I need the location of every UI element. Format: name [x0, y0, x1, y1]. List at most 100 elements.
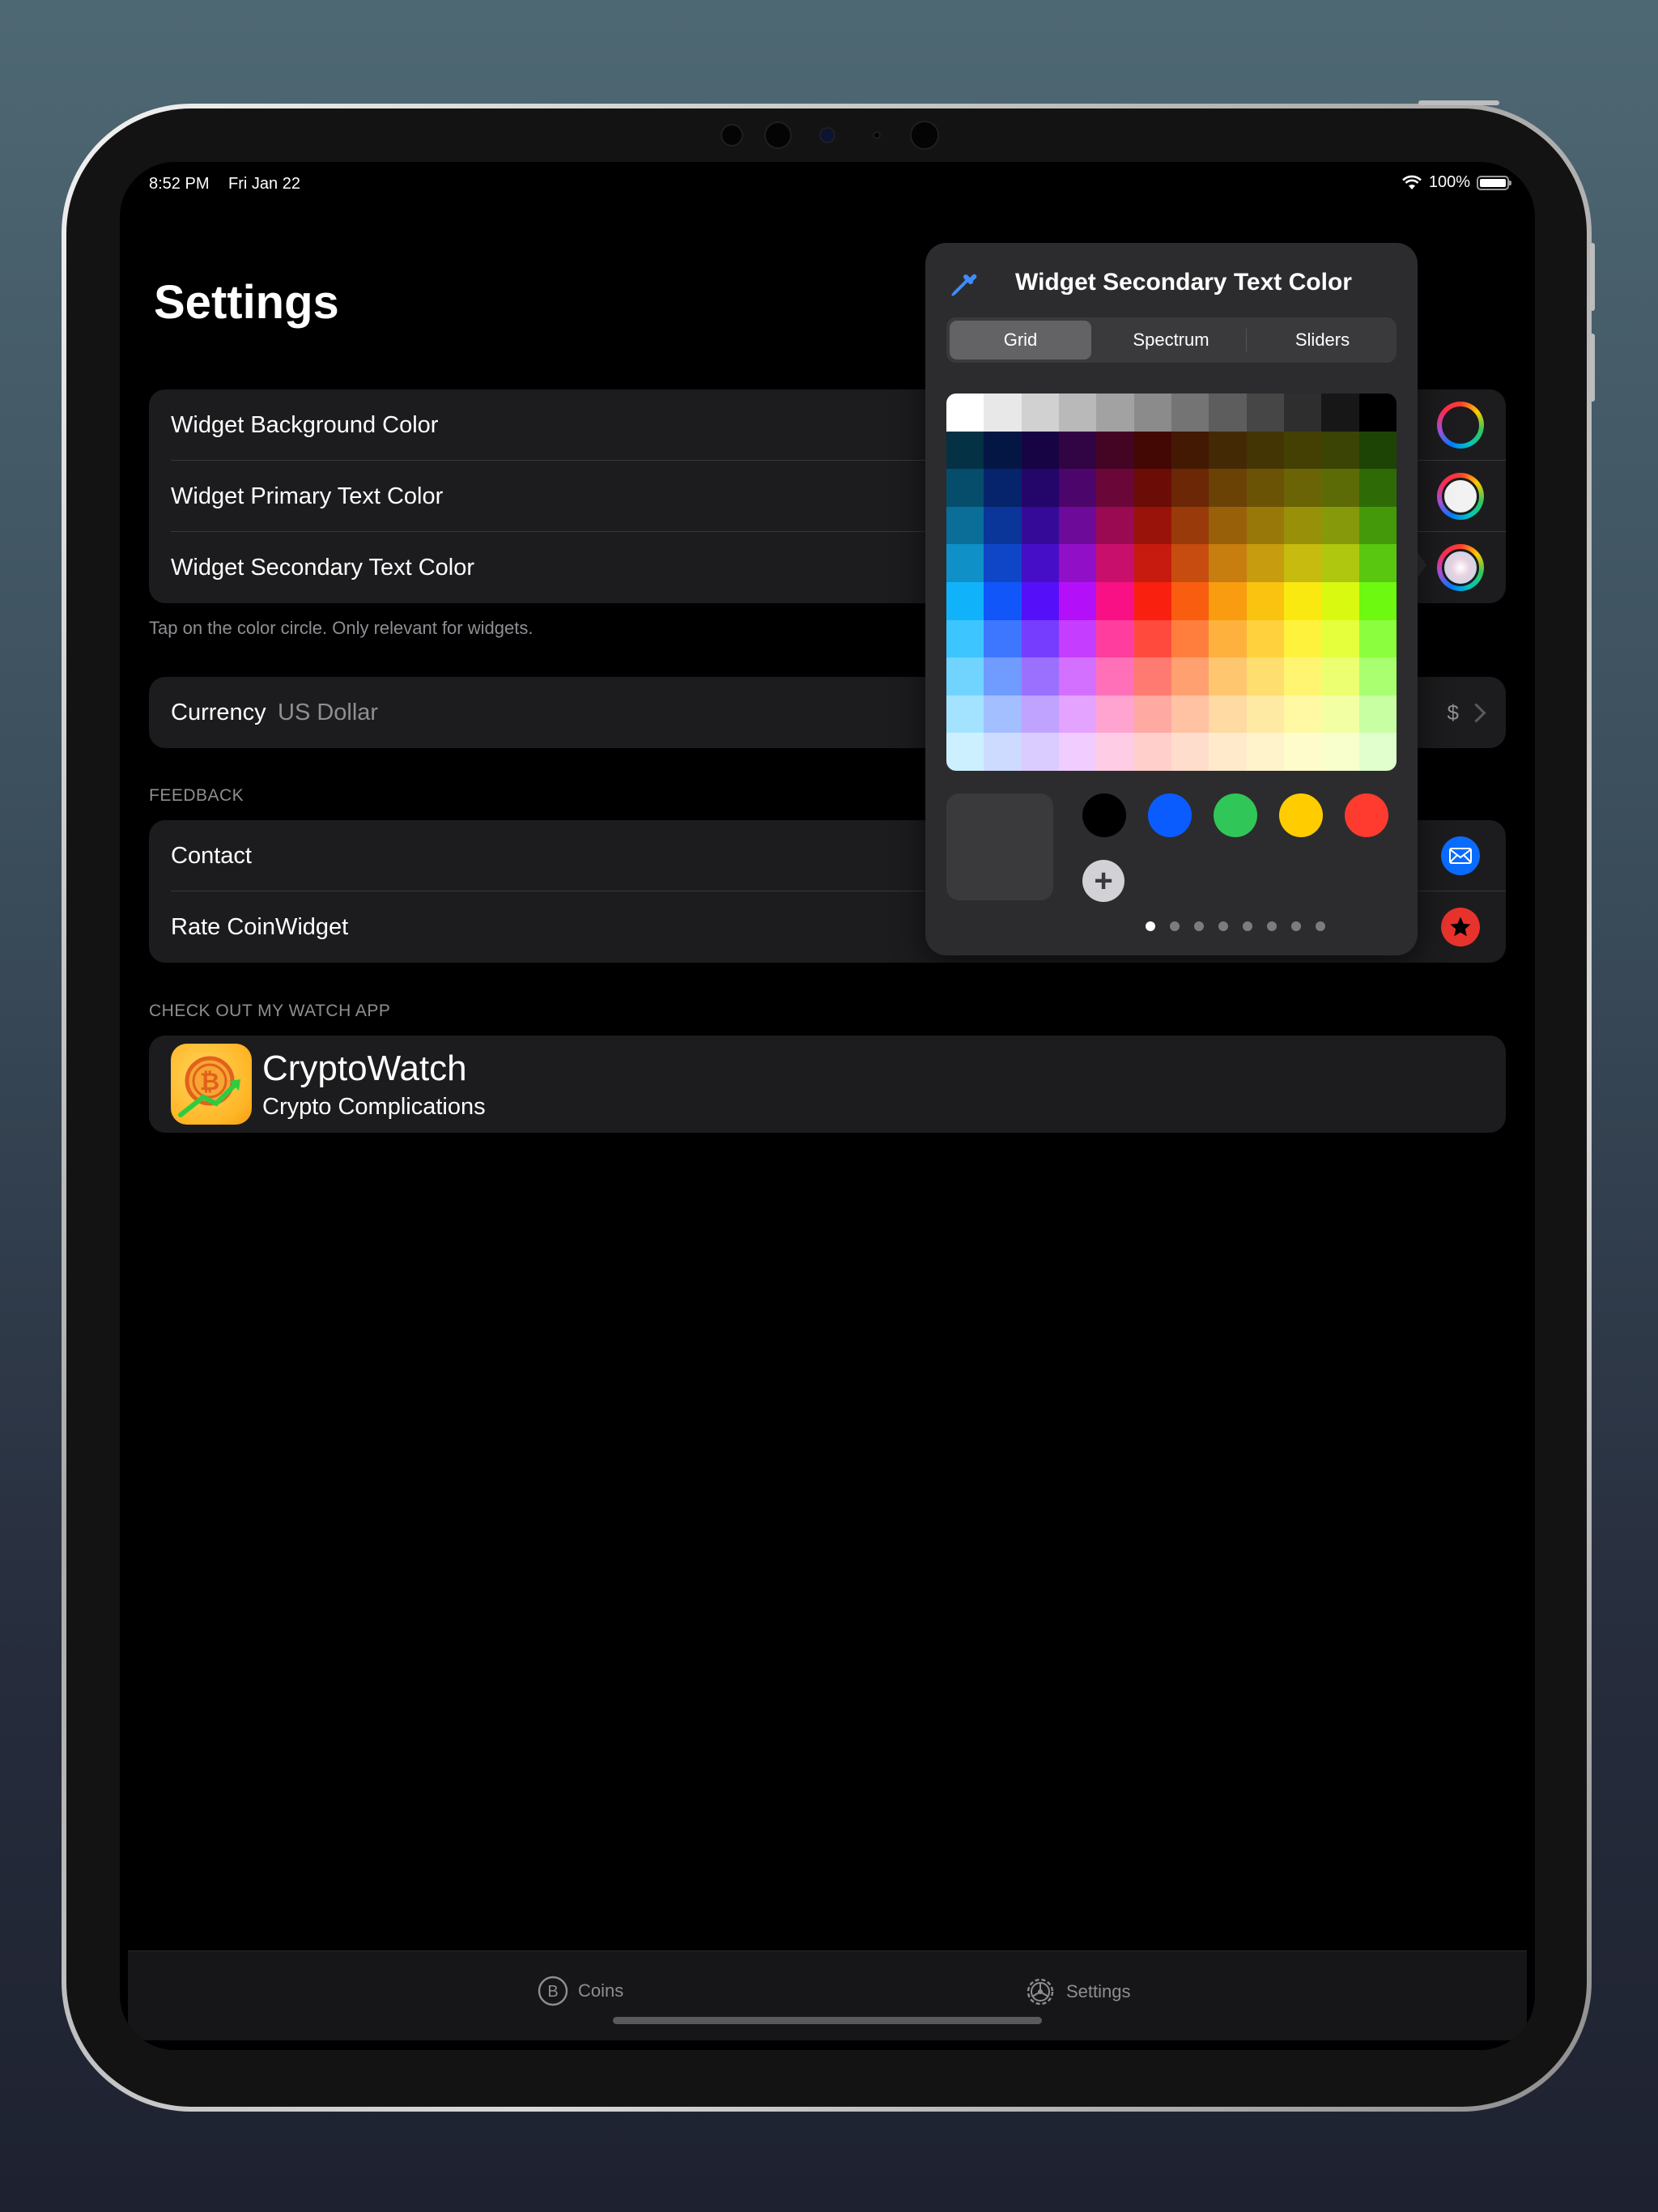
- add-swatch-button[interactable]: +: [1082, 860, 1124, 902]
- color-cell[interactable]: [1209, 619, 1248, 658]
- color-cell[interactable]: [946, 393, 984, 432]
- color-cell[interactable]: [1171, 695, 1209, 734]
- color-cell[interactable]: [1059, 619, 1097, 658]
- color-cell[interactable]: [1284, 393, 1322, 432]
- color-cell[interactable]: [1284, 733, 1322, 771]
- color-cell[interactable]: [1021, 469, 1060, 508]
- color-cell[interactable]: [1133, 657, 1172, 696]
- color-cell[interactable]: [1246, 657, 1285, 696]
- swatch-blue[interactable]: [1148, 793, 1192, 837]
- color-cell[interactable]: [946, 544, 984, 583]
- color-cell[interactable]: [1321, 393, 1360, 432]
- watch-app-group[interactable]: ₿ CryptoWatch Crypto Complications: [149, 1036, 1506, 1133]
- color-cell[interactable]: [1059, 431, 1097, 470]
- color-cell[interactable]: [1209, 582, 1248, 621]
- color-cell[interactable]: [1321, 695, 1360, 734]
- color-cell[interactable]: [1321, 469, 1360, 508]
- page-dot[interactable]: [1146, 921, 1155, 931]
- color-cell[interactable]: [1021, 431, 1060, 470]
- color-cell[interactable]: [1133, 544, 1172, 583]
- page-dot[interactable]: [1243, 921, 1252, 931]
- color-cell[interactable]: [1321, 657, 1360, 696]
- color-cell[interactable]: [1133, 733, 1172, 771]
- color-cell[interactable]: [1358, 506, 1397, 545]
- color-cell[interactable]: [946, 657, 984, 696]
- color-cell[interactable]: [1021, 619, 1060, 658]
- color-cell[interactable]: [1246, 469, 1285, 508]
- color-cell[interactable]: [1246, 582, 1285, 621]
- color-cell[interactable]: [1171, 393, 1209, 432]
- color-cell[interactable]: [1059, 506, 1097, 545]
- color-cell[interactable]: [1133, 582, 1172, 621]
- color-cell[interactable]: [1321, 582, 1360, 621]
- color-cell[interactable]: [1171, 657, 1209, 696]
- color-cell[interactable]: [1096, 506, 1135, 545]
- color-cell[interactable]: [1284, 657, 1322, 696]
- color-cell[interactable]: [1096, 657, 1135, 696]
- color-cell[interactable]: [1096, 582, 1135, 621]
- color-cell[interactable]: [1133, 469, 1172, 508]
- color-cell[interactable]: [1209, 431, 1248, 470]
- color-cell[interactable]: [1321, 733, 1360, 771]
- color-cell[interactable]: [1246, 506, 1285, 545]
- color-cell[interactable]: [1246, 393, 1285, 432]
- home-indicator[interactable]: [613, 2017, 1042, 2024]
- color-well-secondary-text[interactable]: [1437, 544, 1484, 591]
- color-cell[interactable]: [946, 431, 984, 470]
- color-cell[interactable]: [1171, 733, 1209, 771]
- color-cell[interactable]: [1246, 544, 1285, 583]
- color-cell[interactable]: [1059, 393, 1097, 432]
- color-cell[interactable]: [946, 506, 984, 545]
- page-dot[interactable]: [1194, 921, 1204, 931]
- color-cell[interactable]: [1209, 657, 1248, 696]
- color-cell[interactable]: [1321, 619, 1360, 658]
- color-cell[interactable]: [1246, 695, 1285, 734]
- color-cell[interactable]: [984, 619, 1022, 658]
- color-cell[interactable]: [1284, 619, 1322, 658]
- color-cell[interactable]: [984, 695, 1022, 734]
- color-cell[interactable]: [1096, 544, 1135, 583]
- color-cell[interactable]: [1021, 695, 1060, 734]
- color-cell[interactable]: [946, 733, 984, 771]
- color-cell[interactable]: [1096, 619, 1135, 658]
- color-cell[interactable]: [984, 582, 1022, 621]
- color-cell[interactable]: [1133, 431, 1172, 470]
- color-cell[interactable]: [1358, 733, 1397, 771]
- color-cell[interactable]: [1209, 393, 1248, 432]
- tab-coins[interactable]: B Coins: [538, 1976, 623, 2006]
- color-cell[interactable]: [1096, 733, 1135, 771]
- color-cell[interactable]: [984, 393, 1022, 432]
- color-cell[interactable]: [1284, 506, 1322, 545]
- color-cell[interactable]: [1284, 544, 1322, 583]
- page-dot[interactable]: [1291, 921, 1301, 931]
- color-cell[interactable]: [1171, 469, 1209, 508]
- color-cell[interactable]: [1059, 582, 1097, 621]
- page-dot[interactable]: [1316, 921, 1325, 931]
- color-cell[interactable]: [1209, 506, 1248, 545]
- color-grid[interactable]: [946, 393, 1397, 771]
- page-indicator[interactable]: [1146, 921, 1325, 931]
- color-cell[interactable]: [1284, 469, 1322, 508]
- color-cell[interactable]: [984, 733, 1022, 771]
- color-cell[interactable]: [1133, 393, 1172, 432]
- color-cell[interactable]: [1284, 582, 1322, 621]
- color-cell[interactable]: [1096, 431, 1135, 470]
- color-cell[interactable]: [1059, 469, 1097, 508]
- tab-settings[interactable]: Settings: [1024, 1976, 1131, 2008]
- color-cell[interactable]: [1358, 619, 1397, 658]
- color-cell[interactable]: [1358, 544, 1397, 583]
- color-cell[interactable]: [946, 619, 984, 658]
- color-cell[interactable]: [1246, 733, 1285, 771]
- color-cell[interactable]: [1021, 506, 1060, 545]
- color-cell[interactable]: [1096, 695, 1135, 734]
- color-cell[interactable]: [984, 506, 1022, 545]
- swatch-yellow[interactable]: [1279, 793, 1323, 837]
- page-dot[interactable]: [1267, 921, 1277, 931]
- color-cell[interactable]: [984, 469, 1022, 508]
- color-cell[interactable]: [1171, 619, 1209, 658]
- color-cell[interactable]: [1358, 393, 1397, 432]
- color-cell[interactable]: [1021, 393, 1060, 432]
- color-cell[interactable]: [1321, 506, 1360, 545]
- color-cell[interactable]: [1021, 657, 1060, 696]
- color-cell[interactable]: [946, 582, 984, 621]
